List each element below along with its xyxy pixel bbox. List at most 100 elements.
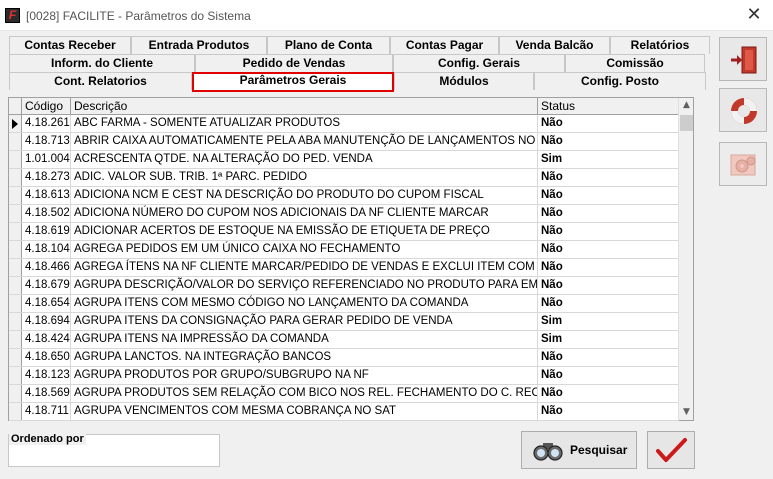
description-cell: AGRUPA PRODUTOS SEM RELAÇÃO COM BICO NOS… (71, 385, 538, 402)
row-indicator (9, 187, 22, 204)
table-row[interactable]: 4.18.650 AGRUPA LANCTOS. NA INTEGRAÇÃO BA… (9, 349, 679, 367)
scroll-down-icon[interactable]: ▼ (679, 405, 694, 420)
row-indicator (9, 277, 22, 294)
table-row[interactable]: 4.18.679 AGRUPA DESCRIÇÃO/VALOR DO SERVIÇ… (9, 277, 679, 295)
column-header-status[interactable]: Status (538, 98, 679, 115)
code-cell: 1.01.004 (22, 151, 71, 168)
exit-button[interactable] (719, 37, 767, 81)
close-icon[interactable]: ✕ (743, 4, 765, 26)
status-cell: Sim (538, 331, 679, 348)
table-row[interactable]: 4.18.261 ABC FARMA - SOMENTE ATUALIZAR PR… (9, 115, 679, 133)
tab-config-posto[interactable]: Config. Posto (534, 72, 706, 90)
app-logo-icon: F (5, 8, 20, 23)
code-cell: 4.18.466 (22, 259, 71, 276)
tab-contas-pagar[interactable]: Contas Pagar (390, 36, 499, 54)
table-row[interactable]: 4.18.619 ADICIONAR ACERTOS DE ESTOQUE NA … (9, 223, 679, 241)
table-row[interactable]: 4.18.569 AGRUPA PRODUTOS SEM RELAÇÃO COM … (9, 385, 679, 403)
column-header-description[interactable]: Descrição (71, 98, 538, 115)
status-cell: Não (538, 223, 679, 240)
description-cell: AGRUPA LANCTOS. NA INTEGRAÇÃO BANCOS (71, 349, 538, 366)
table-row[interactable]: 4.18.424 AGRUPA ITENS NA IMPRESSÃO DA COM… (9, 331, 679, 349)
description-cell: ABRIR CAIXA AUTOMATICAMENTE PELA ABA MAN… (71, 133, 538, 150)
search-button-label: Pesquisar (570, 443, 628, 457)
tab-config-gerais[interactable]: Config. Gerais (393, 54, 565, 72)
current-row-pointer-icon (12, 119, 18, 129)
tab-row-3: Cont. Relatorios Parâmetros Gerais Módul… (4, 72, 706, 92)
vertical-scrollbar[interactable]: ▲ ▼ (678, 98, 693, 420)
status-cell: Não (538, 169, 679, 186)
tab-relatorios[interactable]: Relatórios (610, 36, 710, 54)
code-cell: 4.18.654 (22, 295, 71, 312)
table-row[interactable]: 4.18.713 ABRIR CAIXA AUTOMATICAMENTE PELA… (9, 133, 679, 151)
code-cell: 4.18.694 (22, 313, 71, 330)
title-bar: F [0028] FACILITE - Parâmetros do Sistem… (0, 0, 773, 31)
row-indicator (9, 115, 22, 132)
tab-row-2: Inform. do Cliente Pedido de Vendas Conf… (4, 54, 705, 72)
code-cell: 4.18.104 (22, 241, 71, 258)
lifebuoy-icon (731, 98, 757, 124)
row-indicator (9, 169, 22, 186)
row-indicator (9, 295, 22, 312)
row-indicator (9, 313, 22, 330)
settings-button[interactable] (719, 142, 767, 186)
description-cell: AGRUPA ITENS COM MESMO CÓDIGO NO LANÇAME… (71, 295, 538, 312)
row-indicator (9, 367, 22, 384)
row-indicator (9, 205, 22, 222)
binoculars-icon (533, 443, 563, 461)
description-cell: AGRUPA DESCRIÇÃO/VALOR DO SERVIÇO REFERE… (71, 277, 538, 294)
status-cell: Não (538, 367, 679, 384)
status-cell: Não (538, 241, 679, 258)
table-row[interactable]: 1.01.004 ACRESCENTA QTDE. NA ALTERAÇÃO DO… (9, 151, 679, 169)
tab-pedido-de-vendas[interactable]: Pedido de Vendas (195, 54, 393, 72)
tab-cont-relatorios[interactable]: Cont. Relatorios (9, 72, 192, 90)
status-cell: Sim (538, 151, 679, 168)
confirm-button[interactable] (647, 431, 695, 469)
tab-comissao[interactable]: Comissão (565, 54, 705, 72)
table-row[interactable]: 4.18.502 ADICIONA NÚMERO DO CUPOM NOS ADI… (9, 205, 679, 223)
status-cell: Não (538, 385, 679, 402)
table-row[interactable]: 4.18.466 AGREGA ÍTENS NA NF CLIENTE MARCA… (9, 259, 679, 277)
tab-parametros-gerais[interactable]: Parâmetros Gerais (192, 72, 394, 92)
parameters-grid: Código Descrição Status 4.18.261 ABC FARM… (8, 97, 694, 421)
row-indicator (9, 259, 22, 276)
table-row[interactable]: 4.18.123 AGRUPA PRODUTOS POR GRUPO/SUBGRU… (9, 367, 679, 385)
table-row[interactable]: 4.18.613 ADICIONA NCM E CEST NA DESCRIÇÃO… (9, 187, 679, 205)
row-indicator (9, 403, 22, 420)
help-button[interactable] (719, 88, 767, 132)
status-cell: Não (538, 133, 679, 150)
tab-plano-de-conta[interactable]: Plano de Conta (267, 36, 390, 54)
status-cell: Não (538, 277, 679, 294)
code-cell: 4.18.273 (22, 169, 71, 186)
table-row[interactable]: 4.18.711 AGRUPA VENCIMENTOS COM MESMA COB… (9, 403, 679, 421)
table-row[interactable]: 4.18.104 AGREGA PEDIDOS EM UM ÚNICO CAIXA… (9, 241, 679, 259)
checkmark-icon (656, 438, 687, 462)
description-cell: ABC FARMA - SOMENTE ATUALIZAR PRODUTOS (71, 115, 538, 132)
tab-venda-balcao[interactable]: Venda Balcão (499, 36, 610, 54)
indicator-header (9, 98, 22, 115)
column-header-code[interactable]: Código (22, 98, 71, 115)
row-indicator (9, 331, 22, 348)
tab-modulos[interactable]: Módulos (394, 72, 534, 90)
table-row[interactable]: 4.18.654 AGRUPA ITENS COM MESMO CÓDIGO NO… (9, 295, 679, 313)
scroll-up-icon[interactable]: ▲ (679, 98, 694, 113)
status-cell: Sim (538, 313, 679, 330)
tab-inform-do-cliente[interactable]: Inform. do Cliente (9, 54, 195, 72)
description-cell: AGRUPA ITENS DA CONSIGNAÇÃO PARA GERAR P… (71, 313, 538, 330)
gears-icon (730, 154, 756, 176)
search-button[interactable]: Pesquisar (521, 431, 637, 469)
grid-header: Código Descrição Status (9, 98, 679, 115)
status-cell: Não (538, 259, 679, 276)
exit-door-icon (731, 46, 757, 74)
row-indicator (9, 241, 22, 258)
tab-contas-receber[interactable]: Contas Receber (9, 36, 131, 54)
scroll-thumb[interactable] (680, 115, 693, 131)
code-cell: 4.18.613 (22, 187, 71, 204)
row-indicator (9, 349, 22, 366)
table-row[interactable]: 4.18.694 AGRUPA ITENS DA CONSIGNAÇÃO PARA… (9, 313, 679, 331)
description-cell: ADICIONA NÚMERO DO CUPOM NOS ADICIONAIS … (71, 205, 538, 222)
tab-entrada-produtos[interactable]: Entrada Produtos (131, 36, 267, 54)
description-cell: AGRUPA ITENS NA IMPRESSÃO DA COMANDA (71, 331, 538, 348)
code-cell: 4.18.679 (22, 277, 71, 294)
table-row[interactable]: 4.18.273 ADIC. VALOR SUB. TRIB. 1ª PARC. … (9, 169, 679, 187)
window-title: [0028] FACILITE - Parâmetros do Sistema (26, 9, 251, 23)
